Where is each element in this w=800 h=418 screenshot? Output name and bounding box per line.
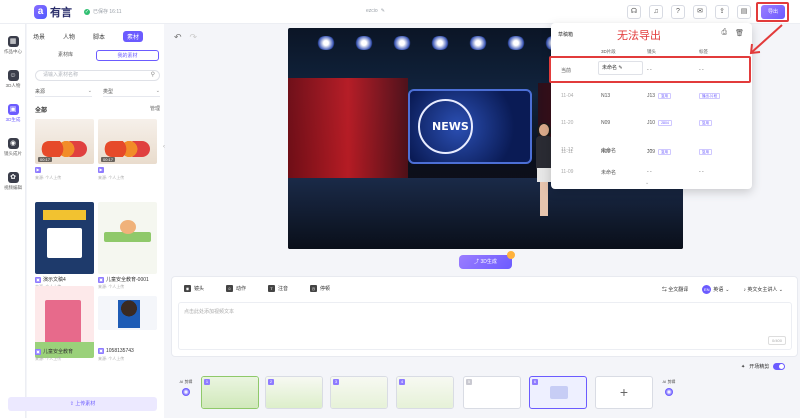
add-clip-button[interactable]: + (595, 376, 653, 409)
editor-right-controls: ⇆ 全文翻译 EN 英语 ⌄ ♪ 英文女主讲人 ⌄ (662, 285, 783, 294)
text-icon: T (268, 285, 276, 292)
ai-label: AI 剪辑 (662, 379, 676, 384)
timeline-clip[interactable]: 4 (396, 376, 454, 409)
clip-number: 4 (399, 379, 405, 385)
action-tool-button[interactable]: ☺ 动作 (226, 285, 246, 292)
ai-button-left[interactable]: AI 剪辑 (179, 379, 193, 409)
clip-thumbnail (266, 377, 322, 408)
tool-label: 动作 (236, 286, 247, 292)
tool-label: 停顿 (320, 286, 331, 292)
pause-tool-button[interactable]: ◷ 停顿 (310, 285, 330, 292)
script-editor: ◉ 镜头 ☺ 动作 T 注音 ◷ 停顿 ⇆ 全文翻译 EN 英语 ⌄ ♪ 英文女主讲人 ⌄… (171, 276, 798, 357)
ai-button-right[interactable]: AI 剪辑 (662, 379, 676, 409)
translate-button[interactable]: ⇆ 全文翻译 (662, 286, 688, 293)
lens-tool-button[interactable]: ◉ 镜头 (184, 285, 204, 292)
clip-number: 3 (333, 379, 339, 385)
script-text-input[interactable]: 点击此处添加视频文本 0/400 (178, 302, 792, 350)
char-counter: 0/400 (767, 336, 786, 345)
ai-icon (665, 388, 673, 396)
language-icon: EN (702, 285, 712, 294)
timeline-clip[interactable]: 5 (463, 376, 521, 409)
camera-icon: ◉ (184, 285, 191, 292)
clip-number: 6 (532, 379, 538, 385)
timeline-clip[interactable]: 2 (265, 376, 323, 409)
timeline-clip[interactable]: 1 (201, 376, 259, 409)
timeline-clip-selected[interactable]: 6 (529, 376, 587, 409)
editor-toolbar: ◉ 镜头 ☺ 动作 T 注音 ◷ 停顿 (184, 285, 330, 292)
ai-label: AI 剪辑 (179, 379, 193, 384)
ai-icon (182, 388, 190, 396)
clip-thumbnail (397, 377, 453, 408)
timeline-clip[interactable]: 3 (330, 376, 388, 409)
voice-select[interactable]: ♪ 英文女主讲人 ⌄ (744, 286, 784, 293)
clip-thumbnail (202, 377, 258, 408)
clock-icon: ◷ (310, 285, 318, 292)
clip-thumbnail (331, 377, 387, 408)
language-select[interactable]: EN 英语 ⌄ (702, 285, 730, 294)
clip-number: 5 (466, 379, 472, 385)
person-icon: ☺ (226, 285, 234, 292)
clip-number: 2 (268, 379, 274, 385)
tool-label: 镜头 (194, 286, 205, 292)
magic-icon: ✦ (741, 363, 746, 370)
script-placeholder: 点击此处添加视频文本 (184, 309, 235, 315)
smart-cut-toggle-row: ✦ 开场精剪 (741, 363, 786, 370)
voice-value: 英文女主讲人 (747, 287, 778, 293)
clip-number: 1 (204, 379, 210, 385)
tool-label: 注音 (278, 286, 289, 292)
phonetic-tool-button[interactable]: T 注音 (268, 285, 288, 292)
translate-label: 全文翻译 (668, 287, 689, 293)
smart-cut-label: 开场精剪 (749, 364, 770, 370)
folder-icon (550, 386, 568, 399)
smart-cut-toggle[interactable] (773, 363, 786, 370)
language-value: 英语 (713, 287, 724, 293)
